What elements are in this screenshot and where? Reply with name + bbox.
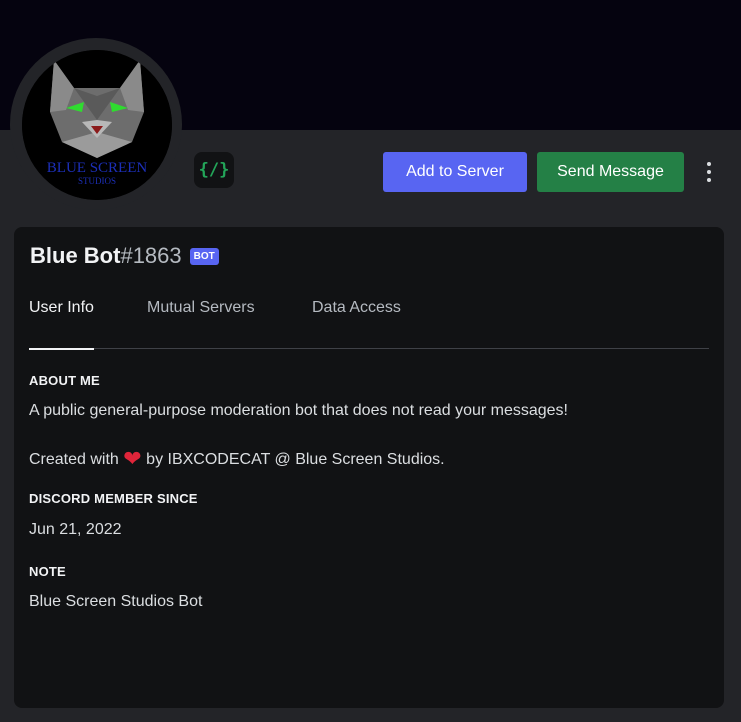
note-text[interactable]: Blue Screen Studios Bot [29,593,202,611]
member-since-date: Jun 21, 2022 [29,521,122,538]
about-me-line2-pre: Created with [29,451,119,468]
about-me-title: ABOUT ME [29,373,100,388]
member-since-title: DISCORD MEMBER SINCE [29,491,198,506]
profile-tabs: User Info Mutual Servers Data Access [29,299,709,350]
discriminator: #1863 [120,243,182,268]
about-me-line2: Created with ❤ by IBXCODECAT @ Blue Scre… [29,446,445,472]
add-to-server-button[interactable]: Add to Server [383,152,527,192]
active-developer-badge[interactable]: {/} [194,152,234,188]
name-row: Blue Bot #1863 BOT [30,243,219,269]
about-me-line1: A public general-purpose moderation bot … [29,402,568,419]
send-message-button[interactable]: Send Message [537,152,684,192]
cat-logo-icon: BLUE SCREEN STUDIOS [22,50,172,200]
more-options-icon[interactable] [698,158,720,186]
tab-data-access[interactable]: Data Access [312,299,401,349]
avatar[interactable]: BLUE SCREEN STUDIOS [22,50,172,200]
avatar-text-line1: BLUE SCREEN [47,160,148,176]
code-brackets-icon: {/} [198,160,230,180]
bot-tag: BOT [189,247,219,265]
profile-card: Blue Bot #1863 BOT User Info Mutual Serve… [14,227,724,708]
tab-user-info[interactable]: User Info [29,299,94,350]
heart-icon: ❤ [123,446,142,471]
username: Blue Bot [30,243,121,268]
avatar-text-line2: STUDIOS [78,176,116,186]
tab-mutual-servers[interactable]: Mutual Servers [147,299,255,349]
about-me-line2-post: by IBXCODECAT @ Blue Screen Studios. [146,451,445,468]
note-title: NOTE [29,564,66,579]
